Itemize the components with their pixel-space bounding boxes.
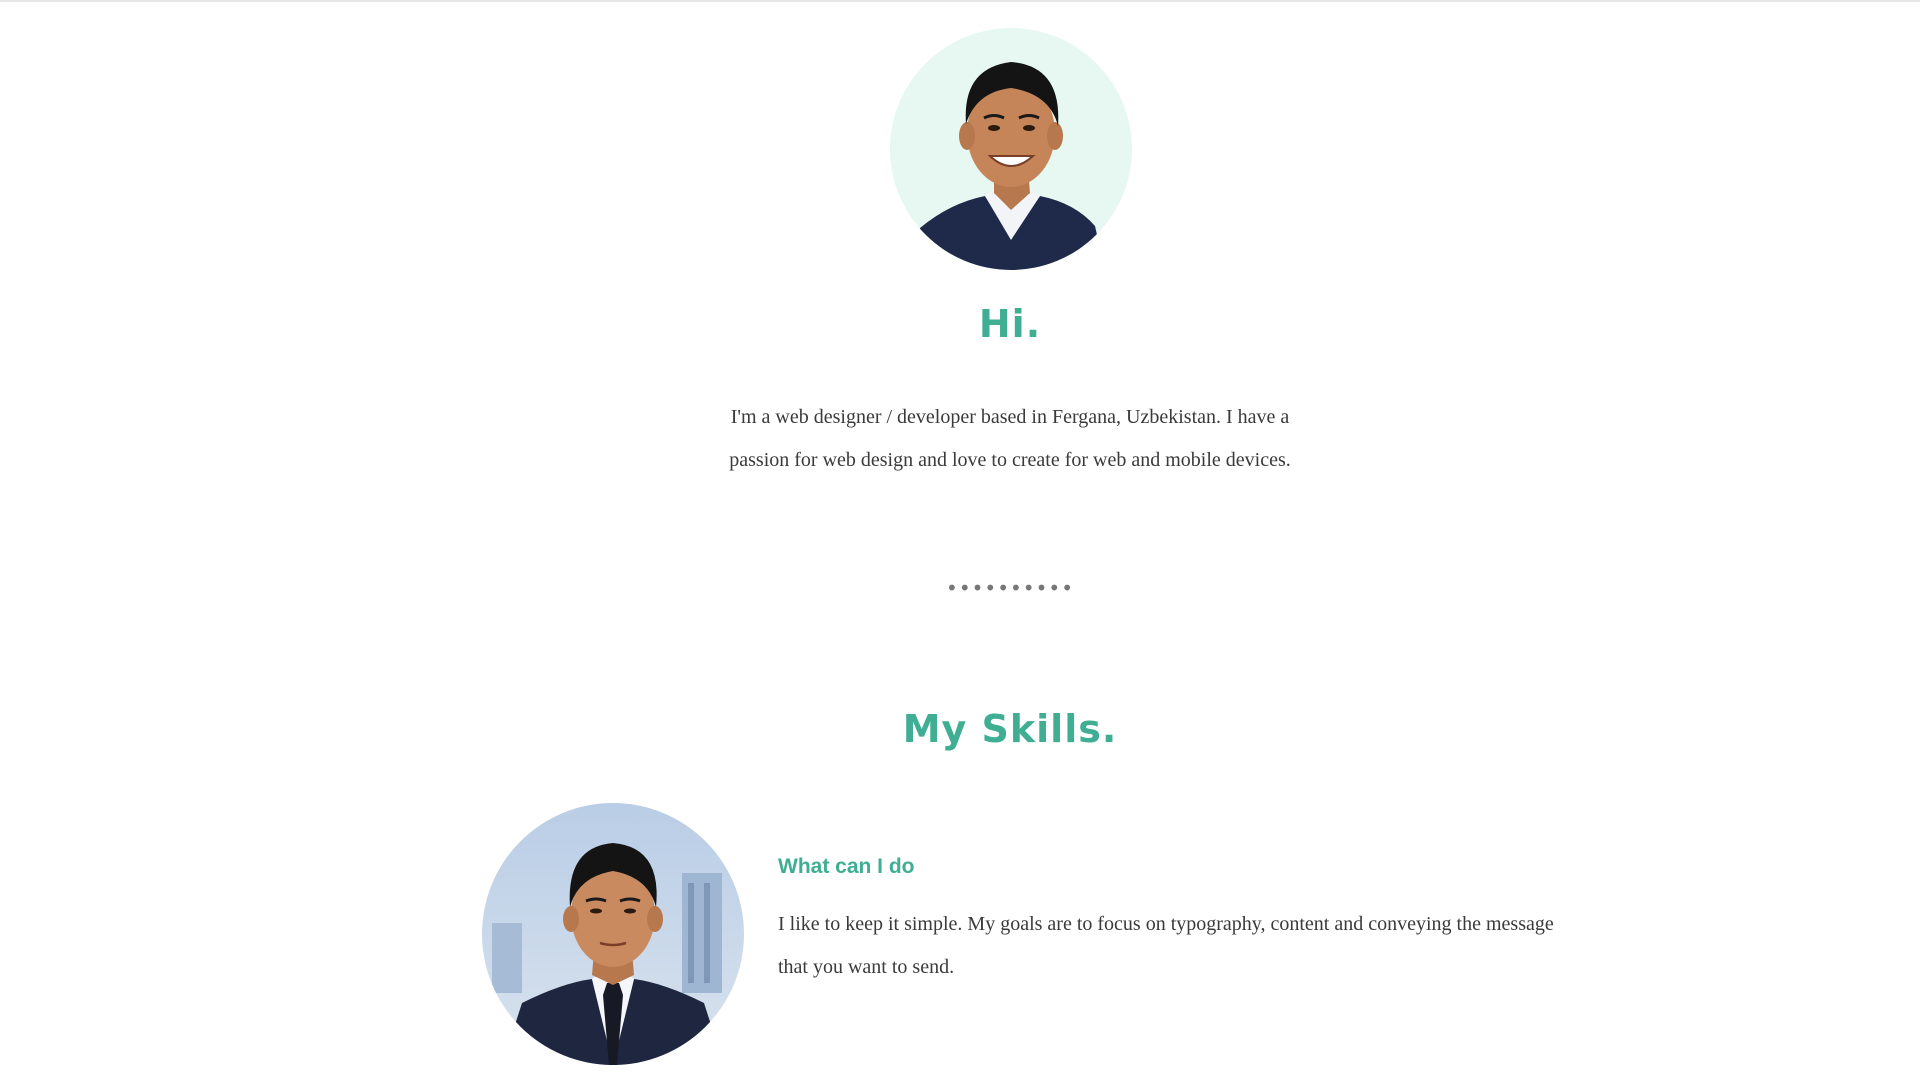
skill-description: I like to keep it simple. My goals are t… <box>778 913 1554 978</box>
hero-intro-text: I'm a web designer / developer based in … <box>729 406 1291 471</box>
section-divider-dots: •••••••••• <box>946 576 1074 600</box>
portrait-suit-tie-icon <box>482 803 744 1065</box>
top-divider-line <box>0 0 1920 2</box>
skills-title: My Skills. <box>902 707 1118 751</box>
skill-heading: What can I do <box>778 855 915 878</box>
skills-avatar <box>482 803 744 1065</box>
hero-avatar <box>890 28 1132 270</box>
hero-title: Hi. <box>978 302 1042 346</box>
portrait-smiling-icon <box>890 28 1132 270</box>
